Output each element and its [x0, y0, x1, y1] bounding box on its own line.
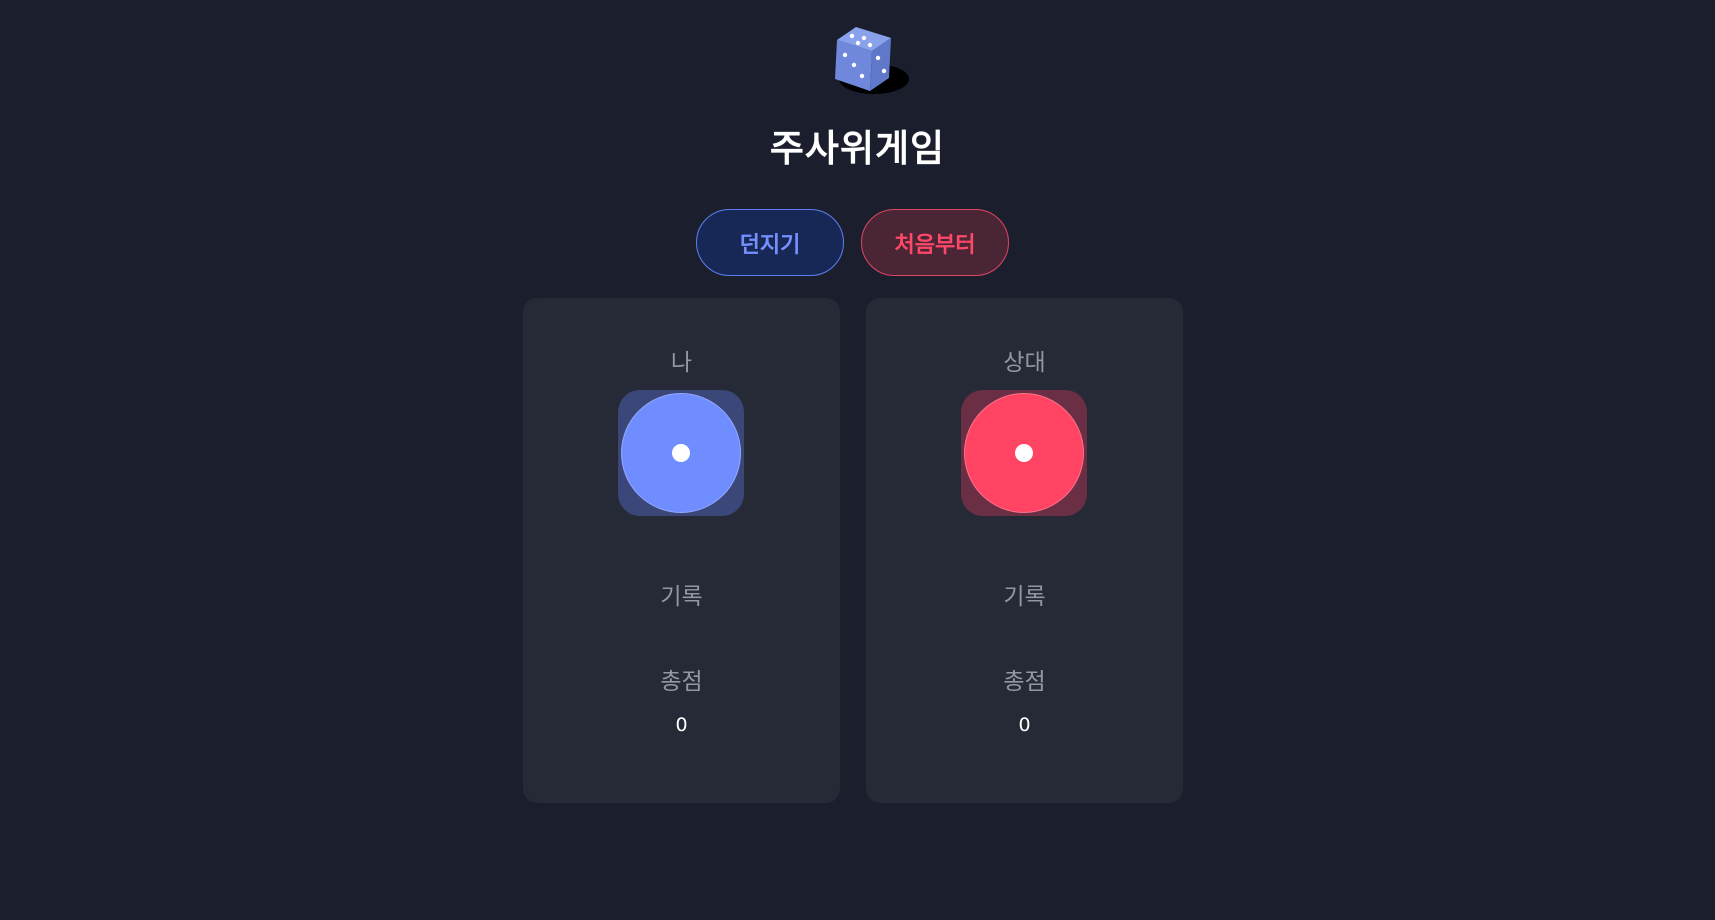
die-me: [618, 390, 744, 516]
total-label-me: 총점: [660, 669, 703, 695]
page-title: 주사위게임: [769, 127, 946, 170]
total-score-opponent: 0: [1018, 714, 1031, 736]
die-pip: [1015, 444, 1033, 462]
total-score-me: 0: [675, 714, 688, 736]
die-face-opponent: [964, 393, 1084, 513]
die-pip: [672, 444, 690, 462]
player-name-me: 나: [670, 350, 693, 376]
player-name-opponent: 상대: [1003, 350, 1046, 376]
die-face-me: [621, 393, 741, 513]
dice-game-page: 주사위게임 던지기 처음부터 나 기록 총점 0 상대 기록 총점 0: [0, 0, 1715, 920]
total-label-opponent: 총점: [1003, 669, 1046, 695]
history-label-me: 기록: [660, 584, 703, 610]
history-label-opponent: 기록: [1003, 584, 1046, 610]
die-opponent: [961, 390, 1087, 516]
